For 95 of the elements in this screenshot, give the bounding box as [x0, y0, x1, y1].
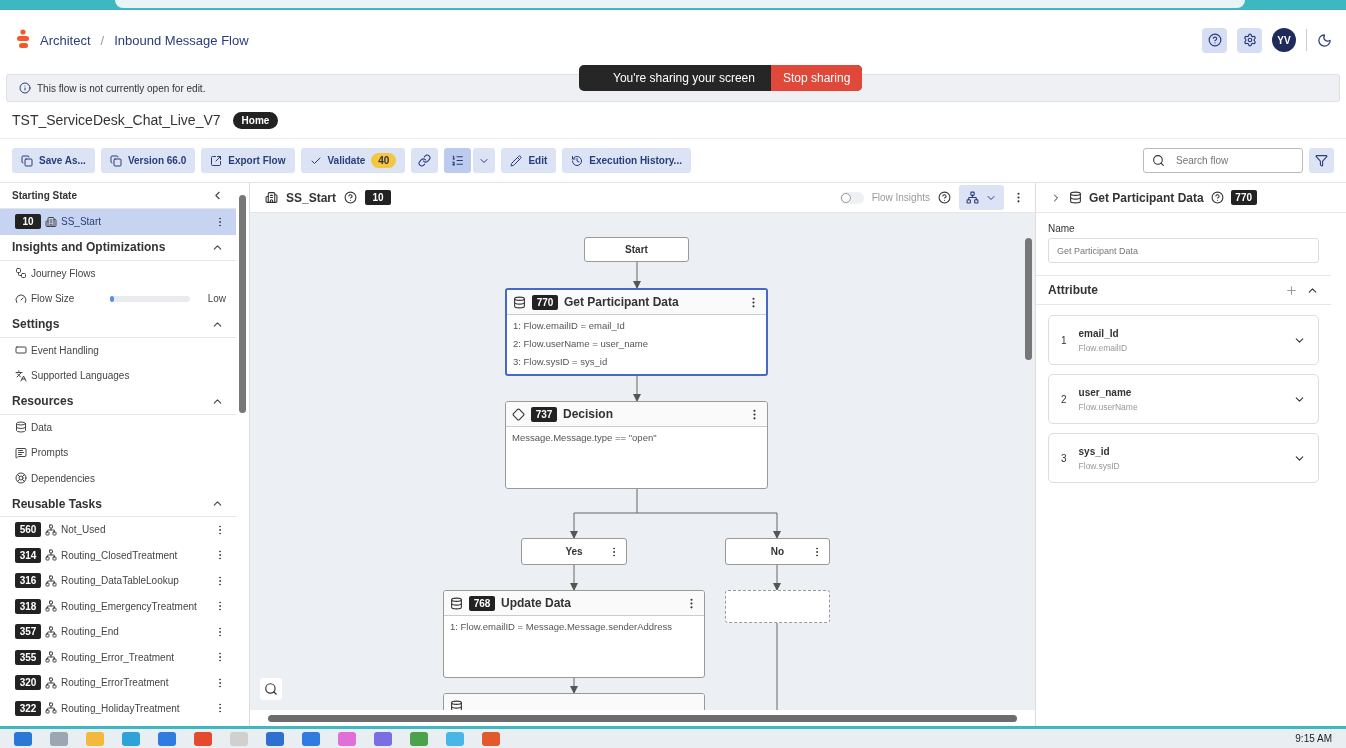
- section-title: Settings: [12, 317, 60, 331]
- attribute-index: 3: [1061, 452, 1067, 464]
- attribute-index: 2: [1061, 393, 1067, 405]
- item-label: Routing_ClosedTreatment: [61, 549, 178, 561]
- item-label: SS_Start: [61, 216, 102, 228]
- sidebar-item[interactable]: Supported Languages: [0, 363, 236, 389]
- sidebar-item[interactable]: 10 SS_Start: [0, 209, 236, 235]
- node-line: 2: Flow.userName = user_name: [513, 338, 649, 349]
- node-title: Get Participant Data: [564, 295, 679, 309]
- sidebar-item[interactable]: 318 Routing_EmergencyTreatment: [0, 593, 236, 619]
- sidebar-item[interactable]: 560 Not_Used: [0, 517, 236, 543]
- flow-name: TST_ServiceDesk_Chat_Live_V7: [12, 112, 221, 128]
- node-line: 3: Flow.sysID = sys_id: [513, 356, 609, 367]
- validate-button[interactable]: Validate 40: [300, 148, 406, 173]
- search-field[interactable]: Search flow: [1143, 148, 1303, 173]
- share-message: You're sharing your screen: [612, 71, 756, 85]
- item-id: 560: [15, 522, 41, 538]
- item-label: Not_Used: [61, 524, 106, 536]
- item-id: 318: [15, 598, 41, 614]
- action-node[interactable]: 737 Decision Message.Message.type == "open": [505, 401, 768, 489]
- start-node[interactable]: Start: [584, 237, 689, 262]
- attribute-name: sys_id: [1078, 445, 1111, 457]
- sidebar-item[interactable]: 357 Routing_End: [0, 619, 236, 645]
- section-title: Insights and Optimizations: [12, 240, 166, 254]
- item-id: 355: [15, 649, 41, 665]
- item-id: 316: [15, 573, 41, 589]
- sidebar-item[interactable]: Journey Flows: [0, 260, 236, 286]
- attribute-path: Flow.sysID: [1078, 460, 1121, 471]
- node-line: 1: Flow.emailID = Message.Message.senderAddress: [450, 621, 674, 632]
- count-badge: 40: [371, 153, 397, 168]
- attribute-path: Flow.emailID: [1078, 342, 1129, 353]
- toolbar-button[interactable]: Version 66.0: [100, 148, 196, 173]
- attribute-name: user_name: [1078, 386, 1133, 398]
- item-label: Routing_HolidayTreatment: [61, 702, 180, 714]
- attribute-card[interactable]: 1 email_Id Flow.emailID: [1048, 315, 1319, 365]
- toolbar-button[interactable]: Edit: [501, 148, 557, 173]
- section-title: Resources: [12, 394, 74, 408]
- item-label: Routing_ErrorTreatment: [61, 677, 169, 689]
- canvas-title: SS_Start: [286, 190, 337, 205]
- state-id: 10: [365, 190, 392, 205]
- section-title: Attribute: [1048, 283, 1098, 297]
- sidebar-item[interactable]: 322 Routing_HolidayTreatment: [0, 695, 236, 721]
- sidebar-item[interactable]: Data: [0, 414, 236, 440]
- sidebar-item[interactable]: 355 Routing_Error_Treatment: [0, 644, 236, 670]
- breadcrumb-link[interactable]: Architect: [40, 32, 91, 48]
- field-label: Name: [1048, 223, 1076, 234]
- attribute-index: 1: [1061, 334, 1067, 346]
- name-field[interactable]: Get Participant Data: [1048, 238, 1319, 263]
- item-label: Routing_End: [61, 626, 119, 638]
- sidebar-item[interactable]: Dependencies: [0, 465, 236, 491]
- meter-reading: Low: [207, 293, 226, 305]
- section-title: Reusable Tasks: [12, 496, 102, 511]
- action-node[interactable]: 768 Update Data 1: Flow.emailID = Message.Message.senderAddress: [443, 590, 705, 678]
- banner-text: This flow is not currently open for edit.: [37, 82, 206, 94]
- item-id: 322: [15, 700, 41, 716]
- section-title: Starting State: [12, 190, 77, 201]
- clock-time: 9:15 AM: [1295, 733, 1332, 744]
- node-title: Update Data: [501, 596, 571, 610]
- toolbar-button[interactable]: Save As...: [12, 148, 95, 173]
- node-id: 737: [531, 406, 557, 422]
- attribute-path: Flow.userName: [1078, 401, 1139, 412]
- sidebar-item[interactable]: 314 Routing_ClosedTreatment: [0, 542, 236, 568]
- toolbar-button[interactable]: Export Flow: [201, 148, 295, 173]
- item-id: 357: [15, 624, 41, 640]
- attribute-card[interactable]: 3 sys_id Flow.sysID: [1048, 433, 1319, 483]
- item-id: 10: [15, 214, 41, 230]
- user-avatar[interactable]: YV: [1272, 28, 1296, 52]
- toolbar-button[interactable]: Execution History...: [562, 148, 691, 173]
- sidebar-item[interactable]: Prompts: [0, 440, 236, 466]
- action-node[interactable]: 770 Get Participant Data 1: Flow.emailID = email_Id 2: Flow.userName = user_name 3: Flow.sysID = sys_id: [505, 288, 768, 376]
- sidebar-item[interactable]: Event Handling: [0, 337, 236, 363]
- breadcrumb-separator: /: [100, 32, 105, 48]
- node-id: 770: [532, 294, 558, 310]
- branch-node[interactable]: No: [725, 538, 830, 565]
- action-id: 770: [1230, 190, 1257, 205]
- item-id: 320: [15, 675, 41, 691]
- stop-sharing-button[interactable]: Stop sharing: [770, 65, 863, 91]
- breadcrumb-link[interactable]: Inbound Message Flow: [114, 32, 249, 48]
- node-line: 1: Flow.emailID = email_Id: [513, 320, 626, 331]
- flow-tag: Home: [232, 111, 279, 129]
- sidebar-item[interactable]: 320 Routing_ErrorTreatment: [0, 670, 236, 696]
- item-label: Flow Size: [31, 293, 75, 305]
- item-label: Routing_Error_Treatment: [61, 651, 174, 663]
- toggle-label: Flow Insights: [871, 192, 930, 203]
- item-label: Routing_EmergencyTreatment: [61, 600, 197, 612]
- node-line: Message.Message.type == "open": [512, 432, 658, 443]
- branch-node[interactable]: Yes: [521, 538, 627, 565]
- item-label: Routing_DataTableLookup: [61, 575, 179, 587]
- node-id: 768: [469, 595, 495, 611]
- sidebar-item[interactable]: 316 Routing_DataTableLookup: [0, 568, 236, 594]
- attribute-card[interactable]: 2 user_name Flow.userName: [1048, 374, 1319, 424]
- node-title: Decision: [563, 407, 613, 421]
- attribute-name: email_Id: [1078, 327, 1120, 339]
- panel-title: Get Participant Data: [1089, 190, 1204, 205]
- item-id: 314: [15, 547, 41, 563]
